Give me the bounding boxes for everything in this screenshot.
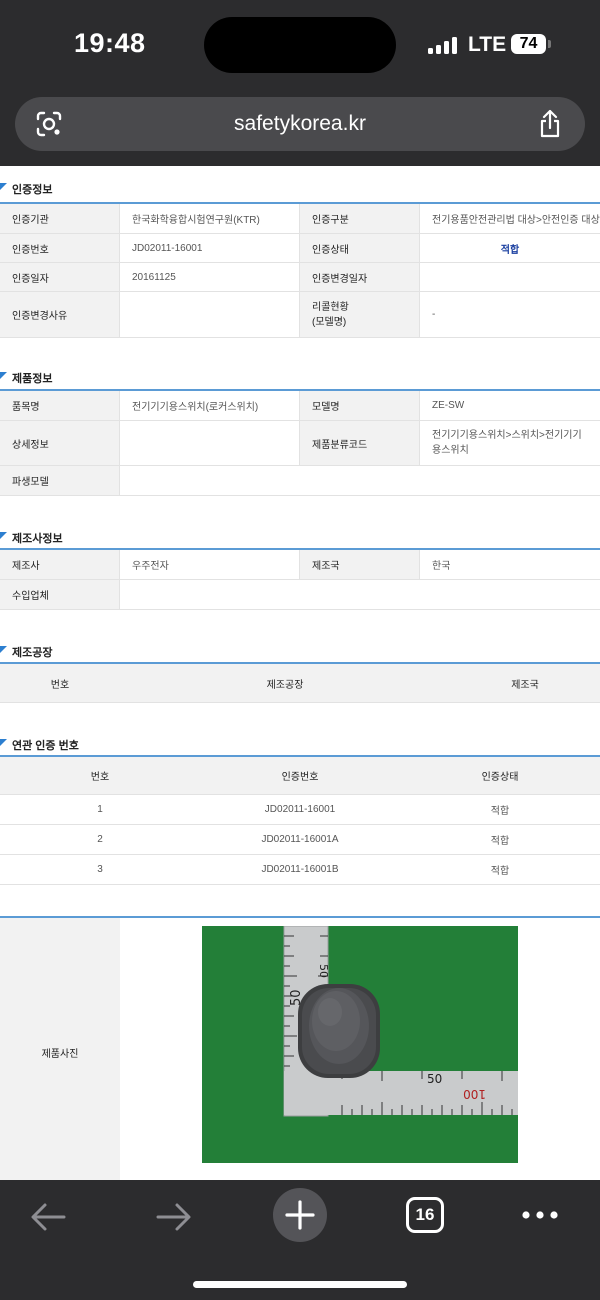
value-recall-status: - — [420, 292, 600, 337]
section-marker — [0, 532, 7, 539]
section-title-product: 제품정보 — [12, 373, 53, 385]
browser-header: safetykorea.kr — [0, 92, 600, 166]
label-maker-country: 제조국 — [300, 550, 420, 579]
value-detail-info — [120, 421, 300, 465]
label-cert-type: 인증구분 — [300, 204, 420, 233]
table-row: 상세정보 제품분류코드 전기기기용스위치>스위치>전기기기용스위치 — [0, 421, 600, 466]
related-cert-link[interactable]: JD02011-16001 — [200, 795, 400, 824]
dynamic-island — [204, 17, 396, 73]
value-category-code: 전기기기용스위치>스위치>전기기기용스위치 — [420, 421, 600, 465]
table-row: 1 JD02011-16001 적합 — [0, 795, 600, 825]
tab-count-button[interactable]: 16 — [406, 1197, 444, 1233]
product-photo[interactable]: 50 50 50 100 — [202, 926, 518, 1163]
value-item-name: 전기기기용스위치(로커스위치) — [120, 391, 300, 420]
section-marker — [0, 372, 7, 379]
related-cert-link[interactable]: JD02011-16001A — [200, 825, 400, 854]
label-category-code: 제품분류코드 — [300, 421, 420, 465]
battery-tip — [548, 40, 551, 48]
value-change-reason — [120, 292, 300, 337]
table-row: 인증일자 20161125 인증변경일자 — [0, 263, 600, 292]
related-no: 1 — [97, 804, 103, 815]
label-recall-status: 리콜현황 (모델명) — [300, 292, 420, 337]
battery-icon: 74 — [511, 34, 546, 54]
table-row: 품목명 전기기기용스위치(로커스위치) 모델명 ZE-SW — [0, 391, 600, 421]
table-row: 제조사 우주전자 제조국 한국 — [0, 550, 600, 580]
value-change-date — [420, 263, 600, 291]
related-status: 적합 — [490, 836, 510, 847]
more-icon[interactable] — [521, 1210, 559, 1220]
section-marker — [0, 646, 7, 653]
label-cert-status: 인증상태 — [300, 234, 420, 262]
status-bar: 19:48 LTE 74 — [0, 0, 600, 92]
label-cert-agency: 인증기관 — [0, 204, 120, 233]
table-row: 파생모델 — [0, 466, 600, 496]
header-number: 번호 — [90, 772, 110, 783]
section-title-factory: 제조공장 — [12, 647, 53, 659]
table-row: 수입업체 — [0, 580, 600, 610]
related-table-header: 번호 인증번호 인증상태 — [0, 757, 600, 795]
table-row: 인증번호 JD02011-16001 인증상태 적합 — [0, 234, 600, 263]
ruler-mark: 50 — [317, 964, 330, 978]
network-label: LTE — [468, 33, 507, 56]
url-text[interactable]: safetykorea.kr — [15, 112, 585, 136]
section-title-maker: 제조사정보 — [12, 533, 63, 545]
label-derived-model: 파생모델 — [0, 466, 120, 495]
related-status: 적합 — [490, 866, 510, 877]
product-photo-row: 제품사진 50 50 50 100 — [0, 916, 600, 1180]
label-cert-number: 인증번호 — [0, 234, 120, 262]
value-cert-agency: 한국화학융합시험연구원(KTR) — [120, 204, 300, 233]
status-time: 19:48 — [74, 28, 146, 58]
section-title-cert: 인증정보 — [12, 184, 53, 196]
label-cert-date: 인증일자 — [0, 263, 120, 291]
related-cert-link[interactable]: JD02011-16001B — [200, 855, 400, 884]
value-cert-status: 적합 — [420, 234, 600, 262]
section-marker — [0, 183, 7, 190]
value-cert-date: 20161125 — [120, 263, 300, 291]
table-row: 3 JD02011-16001B 적합 — [0, 855, 600, 885]
related-no: 3 — [97, 864, 103, 875]
ruler-mark: 50 — [427, 1072, 442, 1086]
label-manufacturer: 제조사 — [0, 550, 120, 579]
address-bar[interactable]: safetykorea.kr — [15, 97, 585, 151]
value-importer — [120, 580, 600, 609]
label-importer: 수입업체 — [0, 580, 120, 609]
share-icon[interactable] — [537, 109, 563, 139]
forward-arrow-icon[interactable] — [156, 1202, 192, 1232]
header-cert-number: 인증번호 — [281, 772, 319, 783]
label-item-name: 품목명 — [0, 391, 120, 420]
header-cert-status: 인증상태 — [481, 772, 519, 783]
ruler-mark: 100 — [463, 1087, 486, 1101]
table-row: 인증변경사유 리콜현황 (모델명) - — [0, 292, 600, 338]
header-country: 제조국 — [511, 679, 539, 691]
value-cert-number: JD02011-16001 — [120, 234, 300, 262]
factory-table-header: 번호 제조공장 제조국 — [0, 664, 600, 703]
value-manufacturer: 우주전자 — [120, 550, 300, 579]
home-indicator — [193, 1281, 407, 1288]
label-change-date: 인증변경일자 — [300, 263, 420, 291]
header-factory: 제조공장 — [266, 679, 304, 691]
value-model-name: ZE-SW — [420, 391, 600, 420]
value-maker-country: 한국 — [420, 550, 600, 579]
signal-icon — [428, 36, 460, 54]
new-tab-button[interactable] — [273, 1188, 327, 1242]
label-detail-info: 상세정보 — [0, 421, 120, 465]
section-title-related: 연관 인증 번호 — [12, 740, 79, 752]
section-marker — [0, 739, 7, 746]
label-model-name: 모델명 — [300, 391, 420, 420]
table-row: 인증기관 한국화학융합시험연구원(KTR) 인증구분 전기용품안전관리법 대상>… — [0, 204, 600, 234]
related-no: 2 — [97, 834, 103, 845]
web-content: 인증정보 인증기관 한국화학융합시험연구원(KTR) 인증구분 전기용품안전관리… — [0, 166, 600, 1180]
value-cert-type: 전기용품안전관리법 대상>안전인증 대상 — [420, 204, 600, 233]
label-change-reason: 인증변경사유 — [0, 292, 120, 337]
table-row: 2 JD02011-16001A 적합 — [0, 825, 600, 855]
label-product-photo: 제품사진 — [0, 918, 120, 1180]
header-number: 번호 — [50, 679, 70, 691]
related-status: 적합 — [490, 806, 510, 817]
value-derived-model — [120, 466, 600, 495]
back-arrow-icon[interactable] — [30, 1202, 66, 1232]
